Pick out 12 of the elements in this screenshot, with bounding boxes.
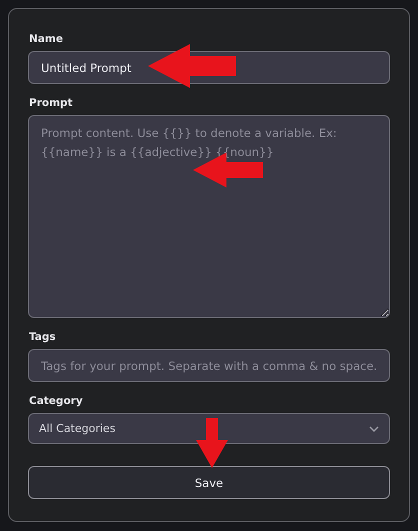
save-button[interactable]: Save xyxy=(28,466,390,499)
arrow-icon xyxy=(148,44,236,88)
field-label: Name xyxy=(29,33,64,45)
text-field[interactable]: Tags for your prompt. Separate with a comma & no space. xyxy=(28,349,390,382)
chevron-down-icon xyxy=(369,426,379,432)
arrow-icon xyxy=(196,418,228,468)
field-label: Tags xyxy=(29,331,57,343)
prompt-field[interactable]: Prompt content. Use {{}} to denote a variable. Ex: {{name}} is a {{adjective}} {{noun}} xyxy=(28,115,390,318)
field-label: Category xyxy=(29,395,84,407)
field-label: Prompt xyxy=(29,97,74,109)
category-dropdown[interactable]: All Categories xyxy=(28,413,390,444)
dropdown-value: All Categories xyxy=(39,422,116,435)
